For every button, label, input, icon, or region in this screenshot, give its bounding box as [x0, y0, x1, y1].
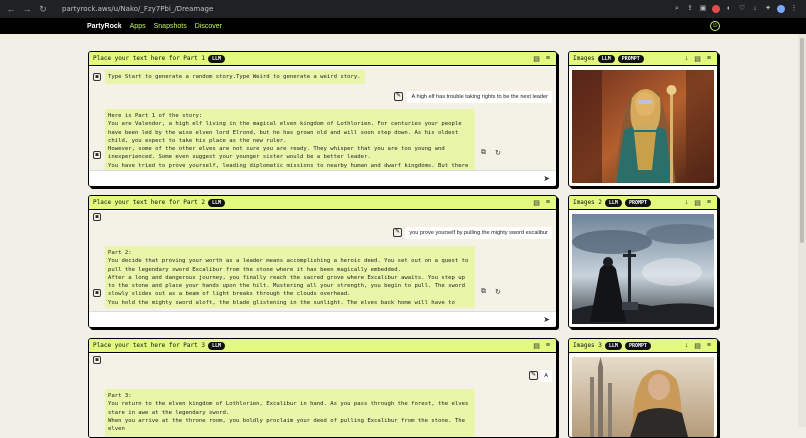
browser-toolbar: ← → ↻ partyrock.aws/u/Nako/_Fzy7Pbi_/Dre…	[0, 0, 806, 18]
edit-icon[interactable]: ✎	[393, 228, 402, 237]
image-widget-1: Images LLM PROMPT ↓ ▤ ≡	[568, 51, 718, 187]
generated-image-elf-castle[interactable]	[572, 357, 714, 437]
bookmark-icon[interactable]: ♡	[738, 5, 746, 13]
reply-message: Here is Part 1 of the story: You are Val…	[105, 109, 475, 170]
save-icon[interactable]: ▤	[533, 342, 540, 350]
settings-sliders-icon[interactable]: ≡	[707, 199, 711, 207]
widget-title: Images	[573, 55, 595, 62]
edit-icon[interactable]: ✎	[394, 92, 403, 101]
chat-input[interactable]: ➤	[89, 170, 556, 186]
generated-image-elf-queen[interactable]	[572, 70, 714, 183]
page-scrollbar[interactable]	[798, 34, 806, 427]
widget-title: Place your text here for Part 1	[93, 55, 205, 62]
share-icon[interactable]: ⇪	[686, 5, 694, 13]
user-message: A high elf has trouble taking rights to …	[407, 91, 552, 103]
back-icon[interactable]: ←	[6, 4, 16, 15]
prompt-badge: PROMPT	[617, 54, 644, 63]
partyrock-logo[interactable]: PartyRock	[87, 23, 122, 30]
download-icon[interactable]: ↓	[685, 342, 689, 350]
reply-message: Part 2: You decide that proving your wor…	[105, 246, 475, 308]
zoom-icon[interactable]: ⌕	[673, 5, 681, 13]
send-icon[interactable]: ➤	[543, 315, 550, 324]
user-message: you prove yourself by pulling the mighty…	[405, 227, 552, 239]
llm-badge: LLM	[604, 341, 622, 350]
address-bar[interactable]: partyrock.aws/u/Nako/_Fzy7Pbi_/Dreamage	[62, 5, 213, 13]
llm-badge: LLM	[207, 54, 226, 63]
chat-widget-part-3: Place your text here for Part 3 LLM ▤ ≡ …	[88, 338, 557, 438]
bot-avatar-icon: ◙	[93, 73, 101, 81]
app-header: PartyRock Apps Snapshots Discover ☺	[0, 18, 806, 34]
reload-icon[interactable]: ↻	[38, 4, 48, 15]
save-icon[interactable]: ▤	[694, 55, 701, 63]
chat-widget-part-1: Place your text here for Part 1 LLM ▤ ≡ …	[88, 51, 557, 187]
settings-sliders-icon[interactable]: ≡	[546, 199, 550, 207]
bot-avatar-icon: ◙	[93, 289, 101, 297]
download-icon[interactable]: ↓	[685, 199, 689, 207]
prompt-badge: PROMPT	[624, 198, 651, 207]
bot-avatar-icon: ◙	[93, 213, 101, 221]
chat-input[interactable]: ➤	[89, 311, 556, 327]
llm-badge: LLM	[207, 341, 226, 350]
nav-apps[interactable]: Apps	[130, 23, 146, 30]
generated-image-sword-stone[interactable]	[572, 214, 714, 324]
widget-title: Place your text here for Part 2	[93, 199, 205, 206]
download-icon[interactable]: ↓	[751, 5, 759, 13]
copy-icon[interactable]: ⧉	[481, 149, 486, 157]
send-icon[interactable]: ➤	[543, 174, 550, 183]
widget-header: Images 3 LLM PROMPT ↓ ▤ ≡	[569, 339, 717, 353]
edit-icon[interactable]: ✎	[529, 371, 538, 380]
llm-badge: LLM	[207, 198, 226, 207]
widget-title: Images 2	[573, 199, 602, 206]
llm-badge: LLM	[597, 54, 615, 63]
extensions-icon[interactable]: ✦	[764, 5, 772, 13]
llm-badge: LLM	[604, 198, 622, 207]
nav-snapshots[interactable]: Snapshots	[154, 23, 187, 30]
user-avatar-icon[interactable]: ☺	[710, 21, 720, 31]
widget-title: Place your text here for Part 3	[93, 342, 205, 349]
widget-title: Images 3	[573, 342, 602, 349]
prompt-badge: PROMPT	[624, 341, 651, 350]
scrollbar-thumb[interactable]	[800, 38, 804, 243]
widget-header: Images LLM PROMPT ↓ ▤ ≡	[569, 52, 717, 66]
widget-header: Place your text here for Part 2 LLM ▤ ≡	[89, 196, 556, 210]
image-widget-2: Images 2 LLM PROMPT ↓ ▤ ≡	[568, 195, 718, 328]
save-icon[interactable]: ▤	[533, 55, 540, 63]
record-icon[interactable]	[712, 5, 720, 13]
save-icon[interactable]: ▤	[694, 342, 701, 350]
screenshot-icon[interactable]: ▣	[699, 5, 707, 13]
intro-message: Type Start to generate a random story.Ty…	[105, 70, 365, 84]
widget-header: Place your text here for Part 3 LLM ▤ ≡	[89, 339, 556, 353]
menu-icon[interactable]: ⋮	[790, 5, 798, 13]
save-icon[interactable]: ▤	[694, 199, 701, 207]
regenerate-icon[interactable]: ↻	[495, 288, 501, 296]
extension-icon[interactable]: ◐	[725, 5, 733, 13]
widget-header: Place your text here for Part 1 LLM ▤ ≡	[89, 52, 556, 66]
settings-sliders-icon[interactable]: ≡	[707, 342, 711, 350]
download-icon[interactable]: ↓	[685, 55, 689, 63]
chat-widget-part-2: Place your text here for Part 2 LLM ▤ ≡ …	[88, 195, 557, 328]
settings-sliders-icon[interactable]: ≡	[707, 55, 711, 63]
settings-sliders-icon[interactable]: ≡	[546, 55, 550, 63]
profile-icon[interactable]	[777, 5, 785, 13]
bot-avatar-icon: ◙	[93, 151, 101, 159]
image-widget-3: Images 3 LLM PROMPT ↓ ▤ ≡	[568, 338, 718, 438]
bot-avatar-icon: ◙	[93, 356, 101, 364]
nav-discover[interactable]: Discover	[195, 23, 222, 30]
reply-message: Part 3: You return to the elven kingdom …	[105, 389, 475, 437]
regenerate-icon[interactable]: ↻	[495, 149, 501, 157]
copy-icon[interactable]: ⧉	[481, 288, 486, 296]
save-icon[interactable]: ▤	[533, 199, 540, 207]
user-message: A	[540, 370, 552, 382]
widget-header: Images 2 LLM PROMPT ↓ ▤ ≡	[569, 196, 717, 210]
forward-icon[interactable]: →	[22, 4, 32, 15]
settings-sliders-icon[interactable]: ≡	[546, 342, 550, 350]
